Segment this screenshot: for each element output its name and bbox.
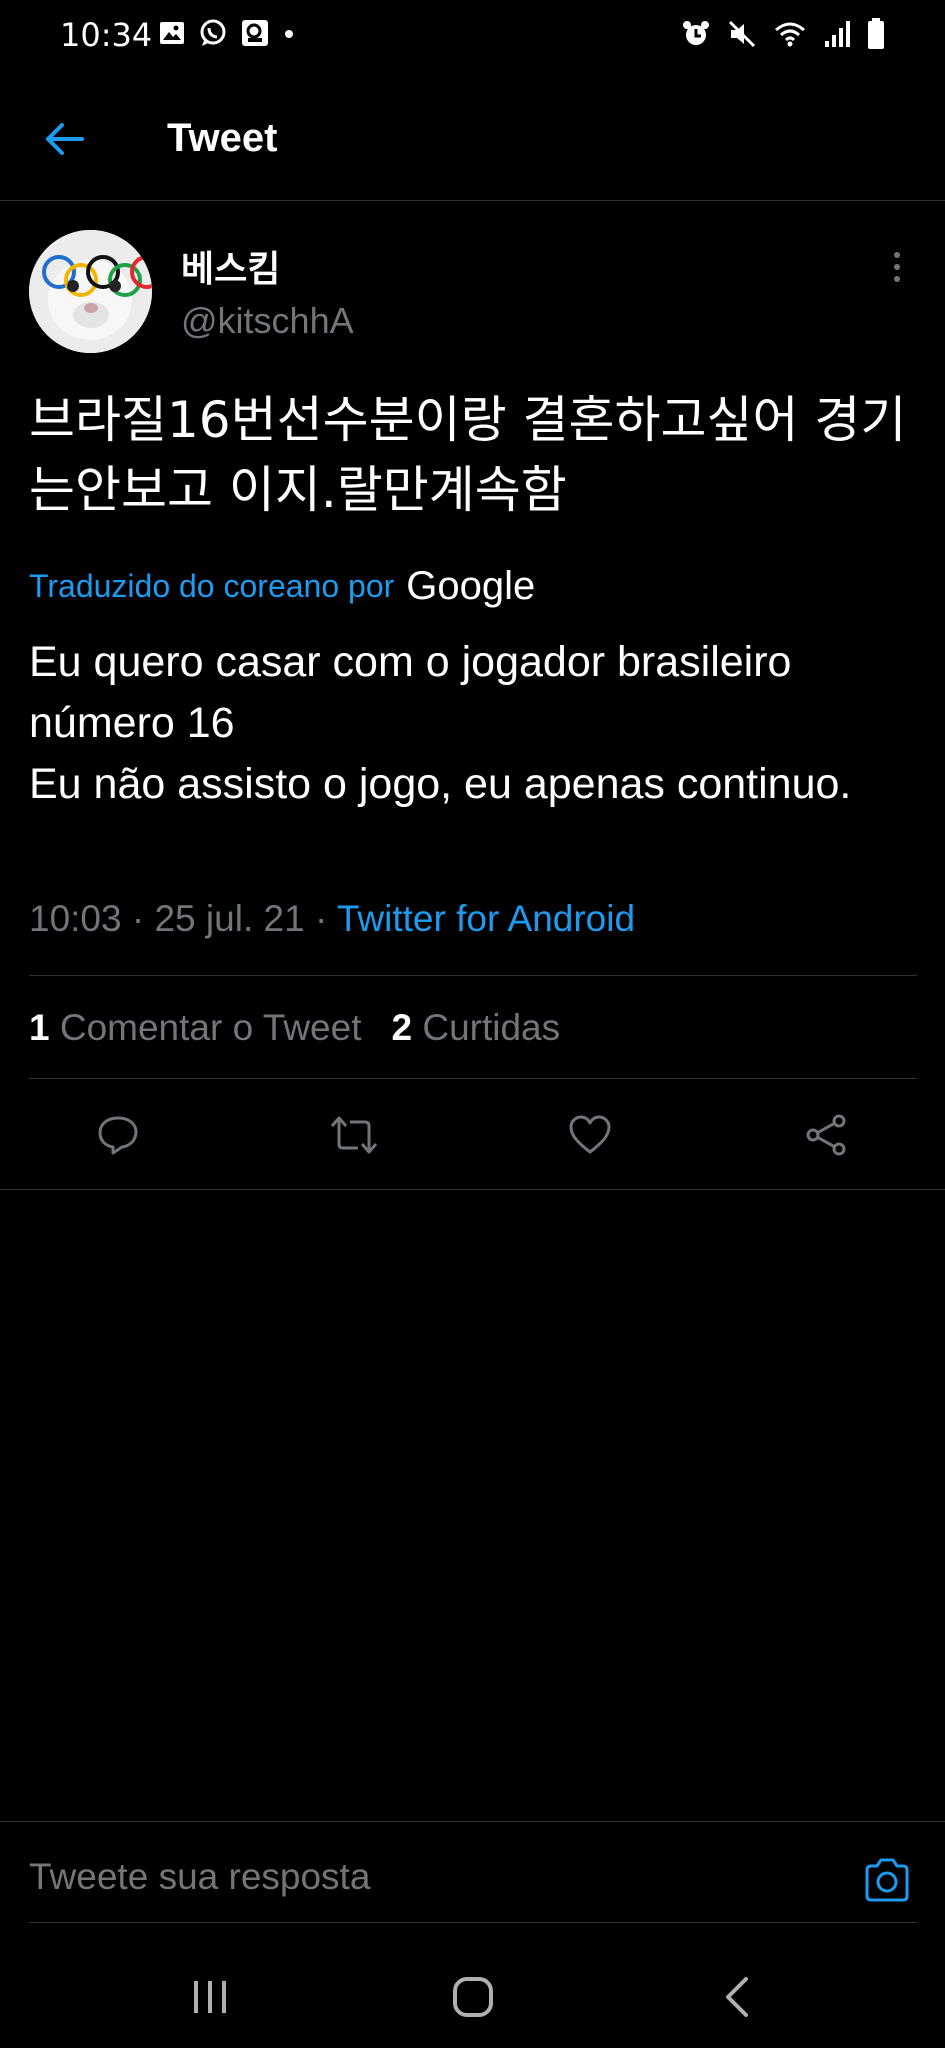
arrow-left-icon	[46, 123, 84, 155]
comments-stat[interactable]: 1 Comentar o Tweet	[29, 1007, 362, 1049]
translation-attribution[interactable]: Traduzido do coreano por Google	[29, 564, 535, 609]
likes-stat[interactable]: 2 Curtidas	[392, 1007, 561, 1049]
status-left-icons	[158, 18, 296, 52]
meta-separator: ·	[314, 898, 337, 939]
image-icon	[158, 19, 186, 51]
signal-icon	[823, 19, 851, 53]
chevron-left-icon	[726, 1977, 748, 2017]
whatsapp-icon	[198, 18, 228, 52]
meta-separator: ·	[131, 898, 155, 939]
home-icon	[453, 1977, 493, 2017]
tweet-meta: 10:03 · 25 jul. 21 · Twitter for Android	[29, 898, 635, 940]
likes-count: 2	[391, 1007, 413, 1048]
like-button[interactable]	[560, 1105, 620, 1165]
tweet-text: 브라질16번선수분이랑 결혼하고싶어 경기는안보고 이지.랄만계속함	[29, 391, 907, 519]
more-vertical-icon	[894, 252, 900, 282]
display-name[interactable]: 베스킴	[181, 240, 280, 292]
retweet-button[interactable]	[324, 1105, 384, 1165]
home-button[interactable]	[443, 1972, 503, 2022]
tweet-source-link[interactable]: Twitter for Android	[337, 898, 635, 939]
reply-bottom-divider	[29, 1922, 917, 1923]
page-title: Tweet	[167, 116, 278, 160]
recents-icon	[194, 1981, 226, 2013]
camera-button[interactable]	[862, 1856, 912, 1904]
dot-icon	[282, 26, 296, 45]
wifi-icon	[773, 19, 807, 53]
tweet-time: 10:03	[29, 898, 122, 939]
tweet-actions	[0, 1105, 945, 1165]
mute-icon	[727, 19, 757, 53]
like-icon	[569, 1115, 611, 1154]
system-nav-bar	[0, 1950, 945, 2048]
camera-icon	[865, 1858, 909, 1902]
reply-divider	[0, 1821, 945, 1822]
back-button[interactable]	[40, 114, 90, 164]
gallery-icon	[240, 18, 270, 52]
recents-button[interactable]	[180, 1972, 240, 2022]
share-button[interactable]	[796, 1105, 856, 1165]
back-nav-button[interactable]	[708, 1972, 768, 2022]
actions-divider	[0, 1189, 945, 1190]
translated-by-label: Traduzido do coreano por	[29, 568, 395, 604]
reply-input[interactable]	[29, 1856, 829, 1898]
header-divider	[0, 200, 945, 201]
reply-button[interactable]	[88, 1105, 148, 1165]
comments-count: 1	[29, 1007, 50, 1048]
status-bar: 10:34	[0, 0, 945, 72]
google-logo: Google	[406, 564, 536, 608]
translated-text: Eu quero casar com o jogador brasileiro …	[29, 638, 852, 808]
alarm-icon	[681, 19, 711, 53]
comments-label: Comentar o Tweet	[59, 1007, 362, 1048]
stats-divider	[29, 1078, 917, 1079]
tweet-stats: 1 Comentar o Tweet 2 Curtidas	[29, 1007, 560, 1049]
retweet-icon	[330, 1116, 378, 1154]
avatar[interactable]	[29, 230, 152, 353]
top-bar: Tweet	[0, 100, 945, 200]
tweet-date: 25 jul. 21	[154, 898, 305, 939]
status-right-icons	[681, 18, 885, 54]
meta-divider	[29, 975, 917, 976]
status-time: 10:34	[60, 16, 153, 54]
battery-icon	[867, 18, 885, 54]
reply-icon	[98, 1116, 138, 1155]
likes-label: Curtidas	[422, 1007, 561, 1048]
share-icon	[806, 1114, 846, 1156]
handle[interactable]: @kitschhA	[181, 300, 354, 342]
more-options-button[interactable]	[885, 248, 909, 288]
